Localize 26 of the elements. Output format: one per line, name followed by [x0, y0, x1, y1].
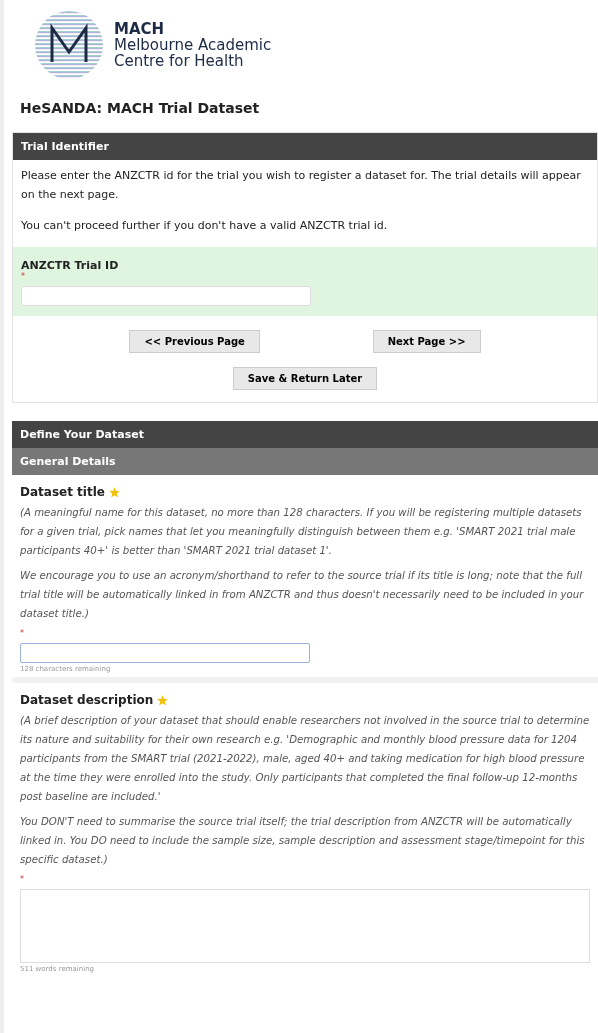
- description-field[interactable]: [20, 889, 590, 963]
- title-field[interactable]: [20, 643, 310, 663]
- instruction-text: Please enter the ANZCTR id for the trial you wish to register a dataset for. The trial details will appear on the next page.: [21, 168, 582, 203]
- next-page-button[interactable]: Next Page >>: [372, 330, 481, 353]
- page-title: HeSANDA: MACH Trial Dataset: [20, 100, 261, 116]
- logo-acronym: MACH: [114, 21, 166, 37]
- logo-name: Melbourne Academic: [114, 37, 272, 53]
- trial-id-field[interactable]: [21, 286, 311, 306]
- instruction-text: You can't proceed further if you don't have a valid ANZCTR trial id.: [21, 218, 389, 234]
- help-text: (A meaningful name for this dataset, no more than 128 characters. If you will be registering multiple datasets for a given trial, pick names that let you meaningfully distinguish between them e.g. 'SMART 2021 trial male participants 40+' is better than 'SMART 2021 trial dataset 1'.: [20, 506, 583, 558]
- logo-icon: [34, 10, 104, 80]
- required-mark: *: [20, 875, 25, 885]
- field-label: Dataset description: [20, 693, 154, 707]
- required-mark: *: [20, 629, 25, 639]
- previous-page-button[interactable]: << Previous Page: [129, 330, 260, 353]
- required-mark: *: [21, 272, 26, 282]
- section-header: Trial Identifier: [13, 133, 597, 160]
- field-label: Dataset title: [20, 485, 105, 499]
- subsection-header: General Details: [12, 448, 598, 475]
- help-text: We encourage you to use an acronym/shorthand to refer to the source trial if its title is long; note that the full trial title will be automatically linked in from ANZCTR and thus doesn't necessarily need to be included in your dataset title.): [20, 569, 585, 621]
- logo-name: Centre for Health: [114, 53, 245, 69]
- help-text: (A brief description of your dataset that should enable researchers not involved in the source trial to determine its nature and suitability for their own research e.g. 'Demographic and monthly blood pressure data for 1204 participants from the SMART trial (2021-2022), male, aged 40+ and taking medication for high blood pressure at the time they were enrolled into the study. Only participants that completed the final follow-up 12-months post baseline are included.': [20, 714, 590, 804]
- save-button[interactable]: Save & Return Later: [232, 367, 378, 390]
- section-header: Define Your Dataset: [12, 421, 598, 448]
- field-label: ANZCTR Trial ID: [21, 259, 120, 272]
- help-text: You DON'T need to summarise the source trial itself; the trial description from ANZCTR will be automatically linked in. You DO need to include the sample size, sample description and assessment stage/timepoint for this specific dataset.): [20, 815, 586, 867]
